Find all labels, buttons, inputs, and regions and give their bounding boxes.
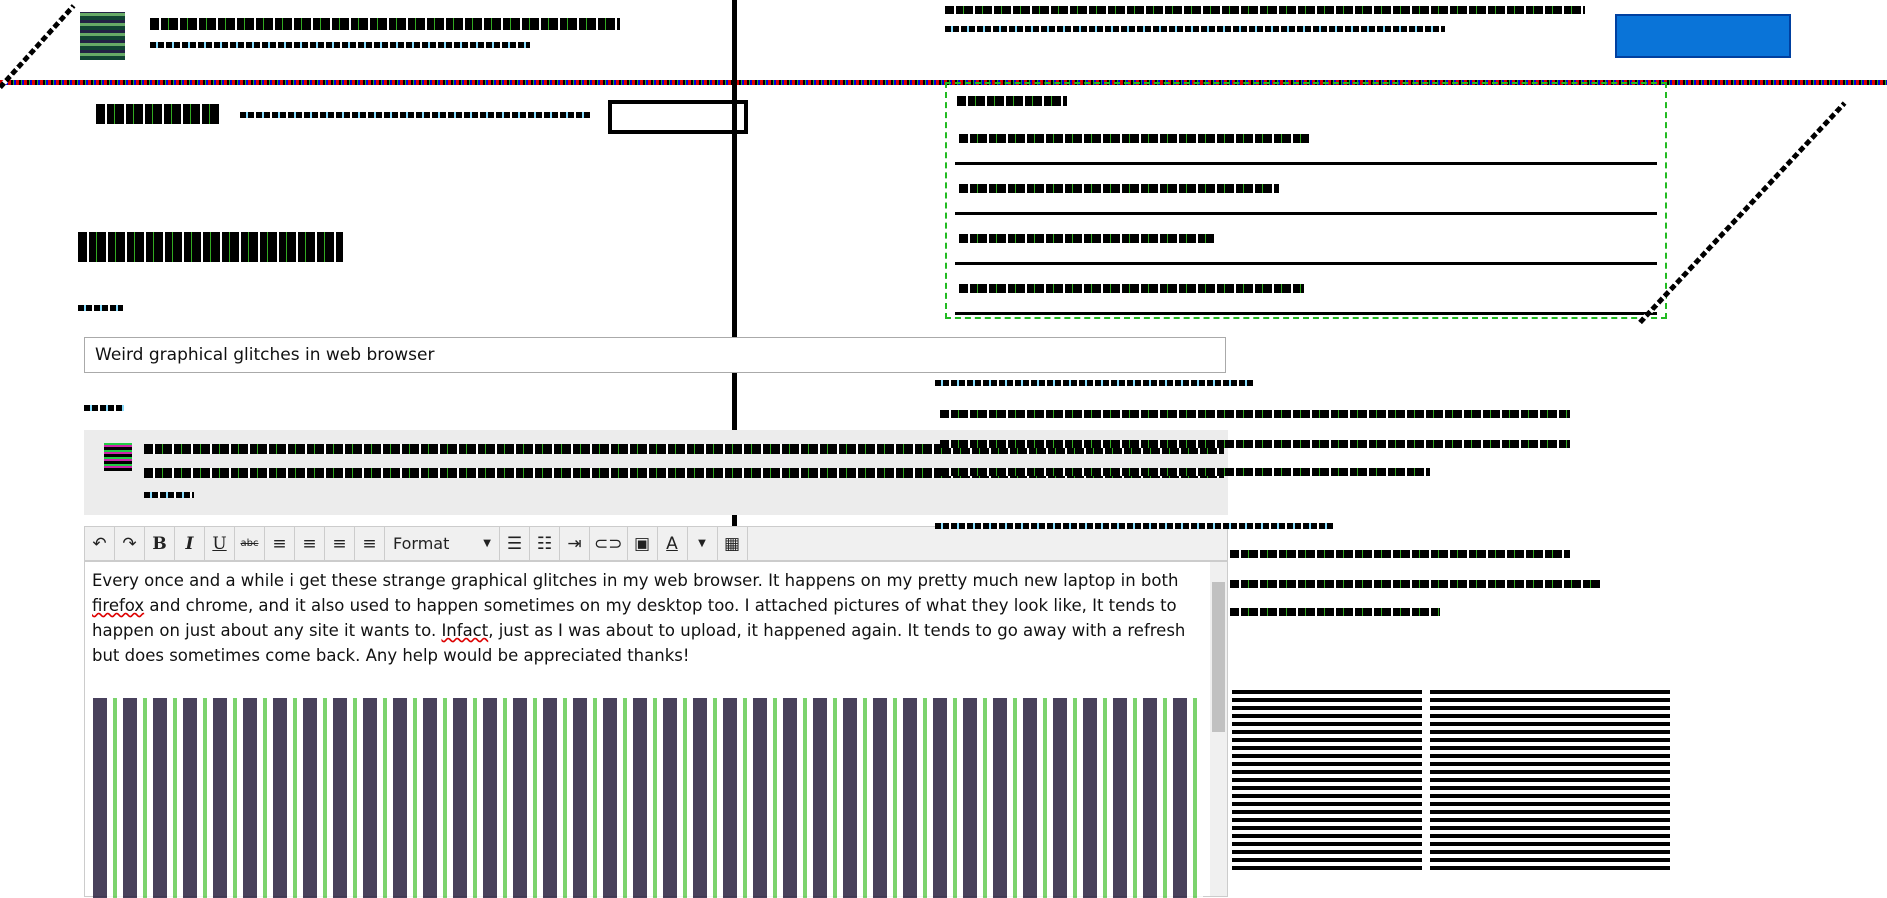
align-right-icon[interactable]: ≡ (325, 527, 355, 560)
image-icon[interactable]: ▣ (628, 527, 658, 560)
glitched-notice-text (144, 492, 194, 498)
list-item[interactable] (955, 114, 1657, 165)
editor-toolbar: ↶ ↷ B I U abc ≡ ≡ ≡ ≡ Format ▼ ☰ ☷ ⇥ ⊂⊃ … (84, 526, 1228, 561)
undo-icon[interactable]: ↶ (85, 527, 115, 560)
format-label: Format (393, 534, 450, 553)
glitched-sidebar-text (1230, 580, 1600, 588)
misspelled-word: firefox (92, 596, 145, 615)
similar-questions-panel (945, 82, 1667, 319)
editor-scrollbar[interactable] (1210, 562, 1227, 896)
glitched-sidebar-text (940, 410, 1570, 418)
glitched-thumbnail (1430, 690, 1670, 870)
attached-glitch-screenshot (93, 698, 1203, 898)
underline-button[interactable]: U (205, 527, 235, 560)
glitched-sidebar-text (940, 440, 1570, 448)
glitched-search-box[interactable] (608, 100, 748, 134)
header-action-button[interactable] (1615, 14, 1791, 58)
body-label-glitched (84, 405, 124, 411)
panel-heading-glitched (957, 96, 1067, 106)
align-left-icon[interactable]: ≡ (265, 527, 295, 560)
question-title-input[interactable] (84, 337, 1226, 373)
numbered-list-icon[interactable]: ☷ (530, 527, 560, 560)
align-justify-icon[interactable]: ≡ (355, 527, 385, 560)
glitched-header-text (945, 26, 1445, 32)
glitched-sidebar-text (935, 523, 1335, 529)
glitched-header-text (945, 6, 1585, 14)
align-center-icon[interactable]: ≡ (295, 527, 325, 560)
glitched-nav[interactable] (96, 104, 221, 124)
title-label-glitched (78, 305, 123, 311)
glitched-site-subtitle (150, 42, 530, 48)
page-title-glitched (78, 232, 343, 262)
glitched-site-title (150, 18, 620, 30)
glitched-text (959, 184, 1279, 193)
glitched-sidebar-text (1230, 550, 1570, 558)
glitch-line (0, 4, 76, 90)
glitched-breadcrumb (240, 112, 590, 118)
scroll-thumb[interactable] (1212, 582, 1225, 732)
redo-icon[interactable]: ↷ (115, 527, 145, 560)
logo[interactable] (80, 12, 125, 60)
text-color-button[interactable]: A (658, 527, 688, 560)
question-body-text[interactable]: Every once and a while i get these stran… (92, 568, 1202, 668)
bullet-list-icon[interactable]: ☰ (500, 527, 530, 560)
glitched-text (959, 284, 1304, 293)
misspelled-word: Infact (441, 621, 489, 640)
body-text: Every once and a while i get these stran… (92, 571, 1179, 590)
italic-button[interactable]: I (175, 527, 205, 560)
notice-icon (104, 443, 132, 471)
list-item[interactable] (955, 214, 1657, 265)
chevron-down-icon[interactable]: ▼ (688, 527, 718, 560)
link-icon[interactable]: ⊂⊃ (590, 527, 628, 560)
glitched-text (959, 134, 1309, 143)
glitched-sidebar-text (940, 468, 1430, 476)
strikethrough-button[interactable]: abc (235, 527, 265, 560)
question-body-editor[interactable]: Every once and a while i get these stran… (84, 561, 1228, 898)
glitch-line (1638, 101, 1847, 325)
glitched-thumbnail (1232, 690, 1422, 870)
chevron-down-icon: ▼ (483, 538, 491, 549)
list-item[interactable] (955, 264, 1657, 315)
table-icon[interactable]: ▦ (718, 527, 748, 560)
glitched-text (959, 234, 1214, 243)
list-item[interactable] (955, 164, 1657, 215)
glitched-sidebar-text (935, 380, 1255, 386)
indent-icon[interactable]: ⇥ (560, 527, 590, 560)
format-dropdown[interactable]: Format ▼ (385, 527, 500, 560)
bold-button[interactable]: B (145, 527, 175, 560)
glitched-sidebar-text (1230, 608, 1440, 616)
